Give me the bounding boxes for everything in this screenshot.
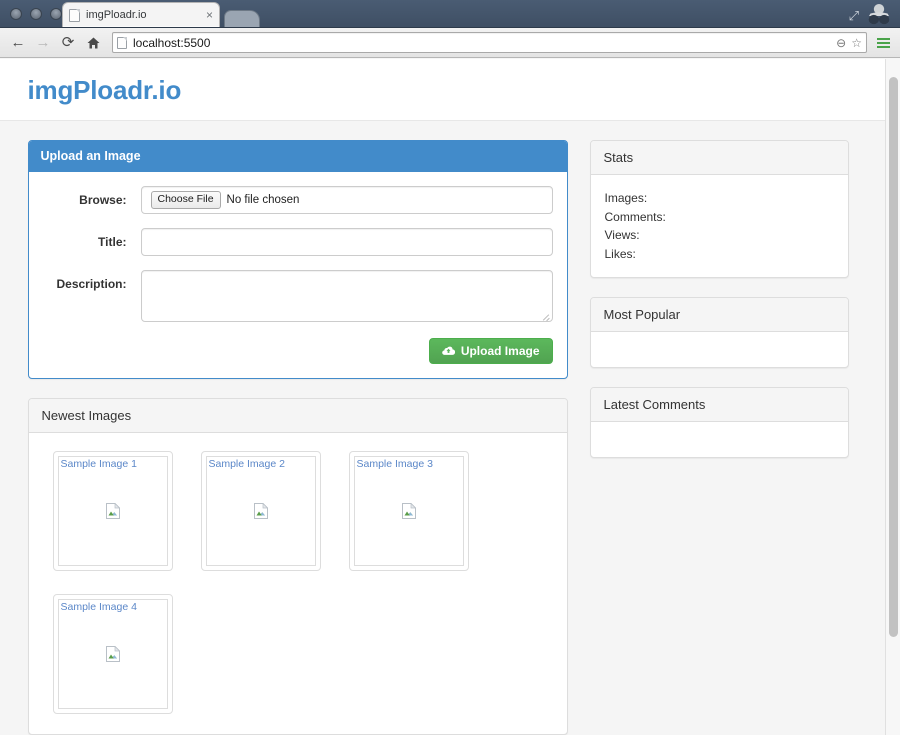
site-header: imgPloadr.io: [0, 59, 885, 121]
thumbnail-caption[interactable]: Sample Image 1: [61, 458, 137, 470]
file-input[interactable]: Choose File No file chosen: [140, 186, 553, 214]
web-page: imgPloadr.io Upload an Image Browse: Cho…: [0, 59, 885, 735]
browser-window: imgPloadr.io × ⤢ ← → ⟳ localhost:5500 ⊖ …: [0, 0, 900, 735]
form-actions: Upload Image: [43, 336, 553, 364]
description-label: Description:: [56, 277, 127, 291]
page-body: Upload an Image Browse: Choose File No f…: [0, 121, 885, 735]
broken-image-icon: [105, 502, 120, 519]
choose-file-button[interactable]: Choose File: [150, 191, 221, 209]
broken-image-icon: [105, 645, 120, 662]
window-right-controls: ⤢: [849, 4, 892, 26]
resize-handle-icon[interactable]: [541, 311, 550, 320]
title-field-row: Title:: [43, 228, 553, 256]
title-input[interactable]: [140, 228, 553, 256]
content-row: Upload an Image Browse: Choose File No f…: [27, 140, 858, 735]
browser-titlebar: imgPloadr.io × ⤢: [0, 0, 900, 28]
stats-row-comments: Comments:: [605, 208, 834, 227]
forward-icon[interactable]: →: [32, 32, 54, 54]
thumbnail-caption[interactable]: Sample Image 3: [357, 458, 433, 470]
browse-field-row: Browse: Choose File No file chosen: [43, 186, 553, 214]
most-popular-panel-body: [591, 332, 848, 367]
fullscreen-icon[interactable]: ⤢: [849, 9, 859, 22]
newest-images-title: Newest Images: [28, 399, 567, 433]
thumbnail-item[interactable]: Sample Image 4: [52, 594, 173, 714]
bookmark-star-icon[interactable]: ☆: [851, 36, 862, 50]
most-popular-panel: Most Popular: [589, 297, 849, 369]
upload-panel: Upload an Image Browse: Choose File No f…: [27, 140, 568, 379]
stats-label-images: Images:: [604, 191, 648, 205]
thumbnail-item[interactable]: Sample Image 2: [200, 451, 321, 571]
new-tab-button[interactable]: [224, 10, 260, 27]
page-scrollbar[interactable]: [885, 59, 900, 735]
upload-form: Browse: Choose File No file chosen Title…: [29, 172, 567, 378]
hamburger-menu-icon[interactable]: [873, 32, 893, 54]
newest-images-panel: Newest Images Sample Image 1 Sample Imag…: [27, 398, 568, 735]
upload-panel-title: Upload an Image: [28, 141, 567, 172]
file-status-text: No file chosen: [226, 194, 300, 206]
description-input[interactable]: [140, 270, 553, 322]
browser-toolbar: ← → ⟳ localhost:5500 ⊖ ☆: [0, 28, 900, 58]
home-icon[interactable]: [82, 32, 104, 54]
newest-images-body: Sample Image 1 Sample Image 2 Sample Ima…: [29, 433, 567, 734]
site-brand-logo[interactable]: imgPloadr.io: [28, 77, 182, 103]
broken-image-icon: [401, 502, 416, 519]
upload-image-button-label: Upload Image: [460, 344, 540, 358]
thumbnail-caption[interactable]: Sample Image 4: [61, 601, 137, 613]
upload-image-button[interactable]: Upload Image: [428, 338, 553, 364]
title-label: Title:: [98, 235, 127, 249]
cloud-upload-icon: [442, 345, 455, 357]
stats-panel-body: Images: Comments: Views: Likes:: [591, 175, 848, 277]
page-icon: [117, 36, 127, 49]
thumbnail-item[interactable]: Sample Image 3: [348, 451, 469, 571]
address-bar[interactable]: localhost:5500 ⊖ ☆: [112, 32, 867, 53]
reload-icon[interactable]: ⟳: [57, 32, 79, 54]
description-field-row: Description:: [43, 270, 553, 322]
stats-label-views: Views:: [604, 228, 640, 243]
window-controls: [10, 8, 62, 20]
incognito-icon: [866, 4, 892, 26]
most-popular-panel-title: Most Popular: [590, 298, 848, 333]
stats-label-likes: Likes:: [604, 246, 636, 261]
url-text: localhost:5500: [133, 35, 211, 50]
latest-comments-panel-title: Latest Comments: [590, 388, 848, 423]
zoom-icon[interactable]: ⊖: [836, 36, 846, 50]
latest-comments-panel: Latest Comments: [589, 387, 849, 459]
tab-strip: imgPloadr.io ×: [62, 2, 260, 27]
stats-row-views: Views:: [605, 226, 834, 245]
thumbnail-caption[interactable]: Sample Image 2: [209, 458, 285, 470]
broken-image-icon: [253, 502, 268, 519]
back-icon[interactable]: ←: [7, 32, 29, 54]
stats-row-likes: Likes:: [605, 245, 834, 264]
close-window-button[interactable]: [10, 8, 22, 20]
sidebar-column: Stats Images: Comments: Views: Likes: Mo…: [589, 140, 849, 477]
stats-panel: Stats Images: Comments: Views: Likes:: [589, 140, 849, 279]
close-icon[interactable]: ×: [202, 9, 213, 21]
stats-label-comments: Comments:: [604, 209, 666, 224]
latest-comments-panel-body: [591, 422, 848, 457]
main-column: Upload an Image Browse: Choose File No f…: [27, 140, 568, 735]
page-viewport: imgPloadr.io Upload an Image Browse: Cho…: [0, 59, 900, 735]
page-icon: [69, 8, 80, 22]
browse-label: Browse:: [79, 193, 127, 207]
maximize-window-button[interactable]: [50, 8, 62, 20]
minimize-window-button[interactable]: [30, 8, 42, 20]
thumbnail-grid: Sample Image 1 Sample Image 2 Sample Ima…: [43, 447, 553, 720]
tab-title: imgPloadr.io: [86, 9, 147, 21]
stats-row-images: Images:: [605, 189, 834, 208]
scrollbar-thumb[interactable]: [889, 77, 898, 637]
browser-tab[interactable]: imgPloadr.io ×: [62, 2, 220, 27]
thumbnail-item[interactable]: Sample Image 1: [52, 451, 173, 571]
stats-panel-title: Stats: [590, 141, 848, 175]
